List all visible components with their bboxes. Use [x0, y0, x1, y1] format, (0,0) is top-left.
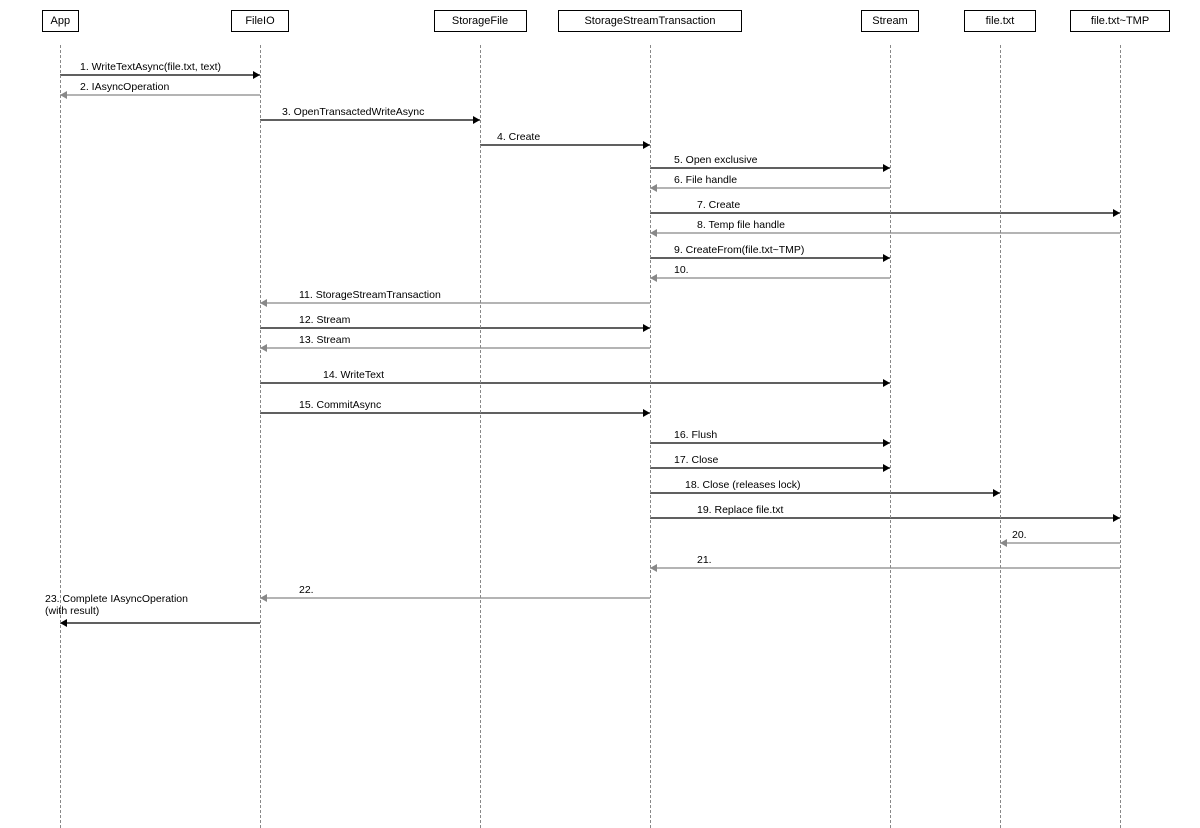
- message-label-9: 9. CreateFrom(file.txt~TMP): [674, 244, 804, 256]
- message-label-7: 7. Create: [697, 199, 740, 211]
- message-label-22: 22.: [299, 584, 314, 596]
- message-label-17: 17. Close: [674, 454, 718, 466]
- message-label-4: 4. Create: [497, 131, 540, 143]
- message-label-5: 5. Open exclusive: [674, 154, 757, 166]
- lifeline-line-filetxt: [1000, 45, 1001, 828]
- message-label-10: 10.: [674, 264, 689, 276]
- lifeline-box-storagestreamtransaction: StorageStreamTransaction: [558, 10, 742, 32]
- message-label-8: 8. Temp file handle: [697, 219, 785, 231]
- lifeline-box-filetxt: file.txt: [964, 10, 1036, 32]
- message-label-11: 11. StorageStreamTransaction: [299, 289, 441, 301]
- lifeline-line-fileio: [260, 45, 261, 828]
- lifeline-box-stream: Stream: [861, 10, 919, 32]
- sequence-diagram: App FileIO StorageFile StorageStreamTransac…: [0, 0, 1200, 828]
- message-label-6: 6. File handle: [674, 174, 737, 186]
- lifeline-line-storagestreamtransaction: [650, 45, 651, 828]
- message-label-20: 20.: [1012, 529, 1027, 541]
- lifeline-box-fileio: FileIO: [231, 10, 289, 32]
- lifeline-line-storagefile: [480, 45, 481, 828]
- lifeline-box-storagefile: StorageFile: [434, 10, 527, 32]
- message-label-23: 23. Complete IAsyncOperation(with result…: [45, 593, 188, 617]
- message-label-19: 19. Replace file.txt: [697, 504, 783, 516]
- message-label-14: 14. WriteText: [323, 369, 384, 381]
- message-label-1: 1. WriteTextAsync(file.txt, text): [80, 61, 221, 73]
- message-label-15: 15. CommitAsync: [299, 399, 381, 411]
- message-label-21: 21.: [697, 554, 712, 566]
- message-label-12: 12. Stream: [299, 314, 350, 326]
- lifeline-box-app: App: [42, 10, 79, 32]
- message-label-2: 2. IAsyncOperation: [80, 81, 169, 93]
- message-label-16: 16. Flush: [674, 429, 717, 441]
- message-label-18: 18. Close (releases lock): [685, 479, 801, 491]
- lifeline-line-app: [60, 45, 61, 828]
- lifeline-box-filetxttmp: file.txt~TMP: [1070, 10, 1170, 32]
- lifeline-line-filetxttmp: [1120, 45, 1121, 828]
- lifeline-line-stream: [890, 45, 891, 828]
- message-label-13: 13. Stream: [299, 334, 350, 346]
- message-label-3: 3. OpenTransactedWriteAsync: [282, 106, 424, 118]
